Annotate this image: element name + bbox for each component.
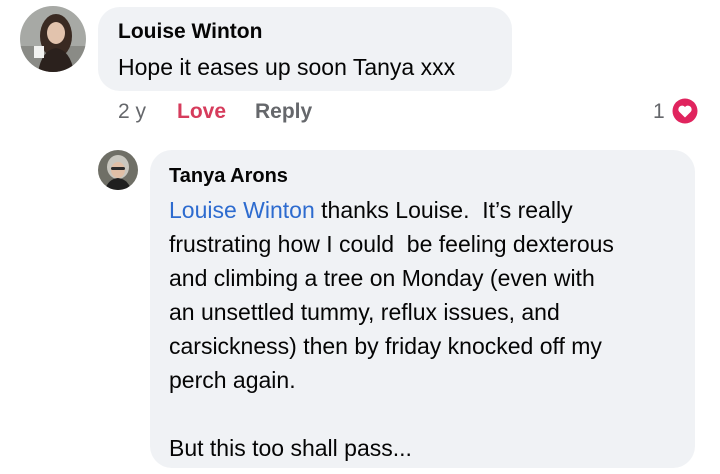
- reply-line-3: and climbing a tree on Monday (even with: [169, 265, 595, 291]
- mention-link[interactable]: Louise Winton: [169, 197, 315, 223]
- avatar-tanya-image: [98, 150, 138, 190]
- reaction-count[interactable]: 1: [653, 100, 665, 124]
- reply-line-4: an unsettled tummy, reflux issues, and: [169, 299, 560, 325]
- reply-line-1: Louise Winton thanks Louise. It’s really: [169, 193, 689, 227]
- comment-timestamp[interactable]: 2 y: [118, 100, 146, 124]
- heart-icon[interactable]: [670, 96, 700, 126]
- comment-text: Hope it eases up soon Tanya xxx: [118, 54, 456, 80]
- avatar-tanya[interactable]: [98, 150, 138, 190]
- reply-button[interactable]: Reply: [255, 100, 312, 124]
- reply-line-5: carsickness) then by friday knocked off …: [169, 333, 602, 359]
- love-reaction-button[interactable]: Love: [177, 100, 226, 124]
- avatar-louise-image: [20, 6, 86, 72]
- reply-line-1-text: thanks Louise. It’s really: [314, 197, 573, 223]
- avatar-louise[interactable]: [20, 6, 86, 72]
- comment-author-name[interactable]: Louise Winton: [118, 20, 262, 44]
- reply-closing: But this too shall pass...: [169, 435, 412, 461]
- reply-author-name[interactable]: Tanya Arons: [169, 165, 288, 188]
- reply-line-2: frustrating how I could be feeling dexte…: [169, 231, 614, 257]
- reply-blank-line: [169, 397, 689, 431]
- reply-body: Louise Winton thanks Louise. It’s really…: [169, 193, 689, 465]
- reply-line-6: perch again.: [169, 367, 296, 393]
